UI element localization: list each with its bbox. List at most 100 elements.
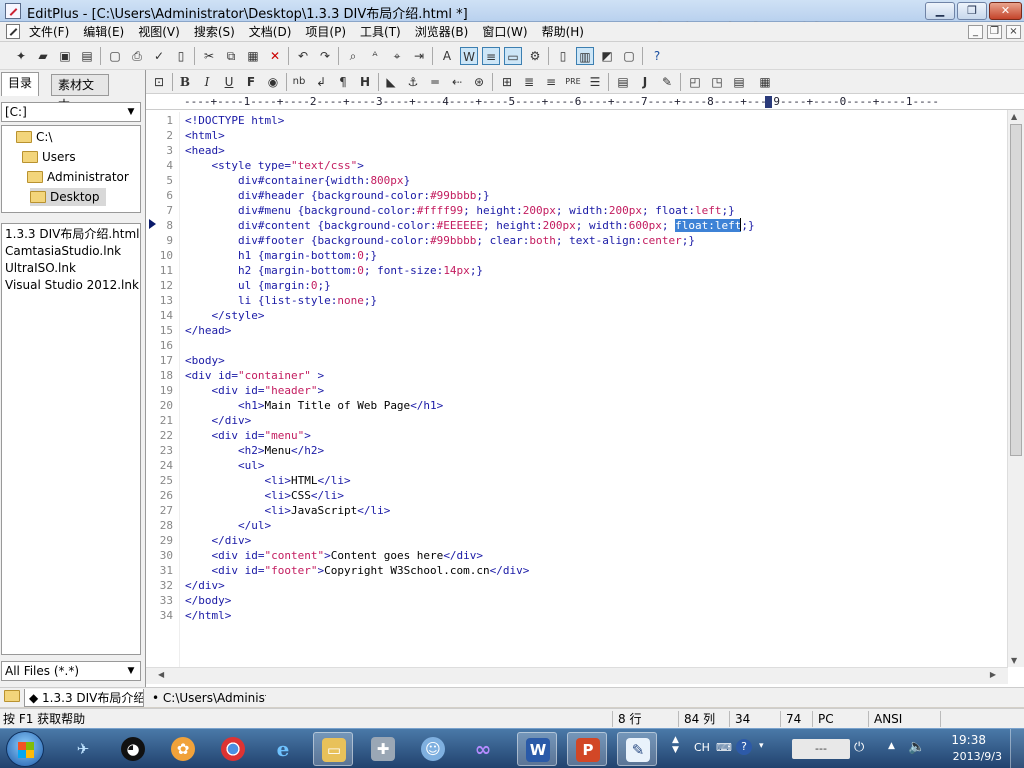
code-line[interactable]: </ul> <box>185 518 271 533</box>
toolbar-expand-icon[interactable]: ▦ <box>756 73 774 91</box>
find-in-files-icon[interactable]: ⌖ <box>388 47 406 65</box>
tray-arrow-icon[interactable]: ▲ <box>888 741 895 751</box>
file-item[interactable]: Visual Studio 2012.lnk <box>5 277 139 294</box>
spell-check-icon[interactable]: ✓ <box>150 47 168 65</box>
taskbar-app-explorer[interactable]: ▭ <box>313 732 353 766</box>
taskbar-app-qq[interactable]: ◕ <box>113 732 153 766</box>
fullscreen-icon[interactable]: ▢ <box>620 47 638 65</box>
redo-icon[interactable]: ↷ <box>316 47 334 65</box>
cliptext-window-icon[interactable]: ▥ <box>576 47 594 65</box>
ime-help-icon[interactable]: ? <box>736 739 752 755</box>
scroll-right-icon[interactable]: ▶ <box>990 670 996 679</box>
code-line[interactable]: div#footer {background-color:#99bbbb; cl… <box>185 233 695 248</box>
mdi-restore-icon[interactable]: ❐ <box>987 25 1002 39</box>
save-all-icon[interactable]: ▤ <box>78 47 96 65</box>
code-line[interactable]: <div id="content">Content goes here</div… <box>185 548 484 563</box>
code-line[interactable]: div#content {background-color:#EEEEEE; h… <box>185 218 755 233</box>
file-item[interactable]: 1.3.3 DIV布局介绍.html <box>5 226 140 243</box>
ime-menu-icon[interactable]: ▾ <box>759 741 764 751</box>
mdi-close-icon[interactable]: × <box>1006 25 1021 39</box>
code-line[interactable]: </style> <box>185 308 265 323</box>
special-char-icon[interactable]: ⊛ <box>470 73 488 91</box>
replace-icon[interactable]: ᴬ <box>366 47 384 65</box>
code-line[interactable]: <body> <box>185 353 225 368</box>
code-line[interactable]: div#menu {background-color:#ffff99; heig… <box>185 203 735 218</box>
validate-icon[interactable]: ◳ <box>708 73 726 91</box>
tab-directory[interactable]: 目录 <box>1 72 40 96</box>
taskbar-app-pet[interactable]: ✿ <box>163 732 203 766</box>
css-icon[interactable]: ✎ <box>658 73 676 91</box>
preview-window-icon[interactable]: ▤ <box>730 73 748 91</box>
code-line[interactable]: <div id="menu"> <box>185 428 311 443</box>
word-wrap-icon[interactable]: W <box>460 47 478 65</box>
code-line[interactable]: <h1>Main Title of Web Page</h1> <box>185 398 443 413</box>
help-icon[interactable]: ? <box>648 47 666 65</box>
ruler-icon[interactable]: ▭ <box>504 47 522 65</box>
status-eol[interactable]: PC <box>818 711 834 727</box>
tab-cliptext[interactable]: 素材文本 <box>51 74 109 112</box>
minimize-button[interactable]: ▁ <box>925 2 955 20</box>
font-icon[interactable]: A <box>438 47 456 65</box>
find-icon[interactable]: ⌕ <box>344 47 362 65</box>
code-line[interactable]: ul {margin:0;} <box>185 278 331 293</box>
vertical-scrollbar[interactable]: ▲ ▼ <box>1007 110 1024 667</box>
heading-icon[interactable]: H <box>356 73 374 91</box>
code-line[interactable]: </div> <box>185 578 225 593</box>
code-line[interactable]: div#header {background-color:#99bbbb;} <box>185 188 490 203</box>
folder-item-root[interactable]: C:\ <box>16 128 52 146</box>
code-line[interactable]: <li>HTML</li> <box>185 473 350 488</box>
nbsp-icon[interactable]: nb <box>290 73 308 91</box>
taskbar-app-powerpoint[interactable]: P <box>567 732 607 766</box>
show-desktop-button[interactable] <box>1010 729 1024 768</box>
maximize-button[interactable]: ❐ <box>957 2 987 20</box>
code-line[interactable]: <html> <box>185 128 225 143</box>
line-break-icon[interactable]: ↲ <box>312 73 330 91</box>
menu-item[interactable]: 项目(P) <box>298 24 353 40</box>
code-line[interactable]: <!DOCTYPE html> <box>185 113 284 128</box>
goto-line-icon[interactable]: ⇥ <box>410 47 428 65</box>
clock-time[interactable]: 19:38 <box>951 733 986 747</box>
code-line[interactable]: <div id="footer">Copyright W3School.com.… <box>185 563 530 578</box>
delete-icon[interactable]: ✕ <box>266 47 284 65</box>
menu-item[interactable]: 工具(T) <box>353 24 408 40</box>
file-item[interactable]: CamtasiaStudio.lnk <box>5 243 121 260</box>
anchor-icon[interactable]: ⚓ <box>404 73 422 91</box>
code-line[interactable]: <div id="header"> <box>185 383 325 398</box>
code-line[interactable]: <h2>Menu</h2> <box>185 443 324 458</box>
directory-window-icon[interactable]: ▯ <box>554 47 572 65</box>
javascript-icon[interactable]: J <box>636 73 654 91</box>
output-window-icon[interactable]: ◩ <box>598 47 616 65</box>
mdi-minimize-icon[interactable]: _ <box>968 25 983 39</box>
horizontal-scrollbar[interactable]: ◀ ▶ <box>146 667 1008 684</box>
italic-icon[interactable]: I <box>198 73 216 91</box>
form-icon[interactable]: ▤ <box>614 73 632 91</box>
ime-indicator[interactable]: CH <box>694 741 710 754</box>
code-line[interactable]: <style type="text/css"> <box>185 158 364 173</box>
code-line[interactable]: h1 {margin-bottom:0;} <box>185 248 377 263</box>
folder-item-desktop[interactable]: Desktop <box>30 188 106 206</box>
tray-box[interactable]: --- <box>792 739 850 759</box>
font-tag-icon[interactable]: F <box>242 73 260 91</box>
taskbar-app-ie[interactable]: e <box>263 732 303 766</box>
folder-item-users[interactable]: Users <box>22 148 76 166</box>
properties-icon[interactable]: ▯ <box>172 47 190 65</box>
code-area[interactable]: <!DOCTYPE html> <html> <head> <style type=… <box>185 112 1005 667</box>
code-line[interactable]: </div> <box>185 413 252 428</box>
copy-icon[interactable]: ⧉ <box>222 47 240 65</box>
code-line[interactable]: <li>JavaScript</li> <box>185 503 390 518</box>
menu-item[interactable]: 文档(D) <box>242 24 299 40</box>
paragraph-icon[interactable]: ¶ <box>334 73 352 91</box>
print-preview-icon[interactable]: ▢ <box>106 47 124 65</box>
code-line[interactable]: div#container{width:800px} <box>185 173 410 188</box>
menu-item[interactable]: 浏览器(B) <box>408 24 476 40</box>
print-icon[interactable]: ⎙ <box>128 47 146 65</box>
code-line[interactable]: </div> <box>185 533 252 548</box>
start-button[interactable] <box>6 731 44 767</box>
document-tab[interactable]: • C:\Users\Administ <box>148 689 266 707</box>
taskbar-app-chrome[interactable] <box>213 732 253 766</box>
center-icon[interactable]: ≣ <box>520 73 538 91</box>
scroll-down-icon[interactable]: ▼ <box>1011 656 1017 665</box>
new-file-icon[interactable]: ✦ <box>12 47 30 65</box>
menu-item[interactable]: 搜索(S) <box>187 24 242 40</box>
scroll-up-icon[interactable]: ▲ <box>1011 112 1017 121</box>
